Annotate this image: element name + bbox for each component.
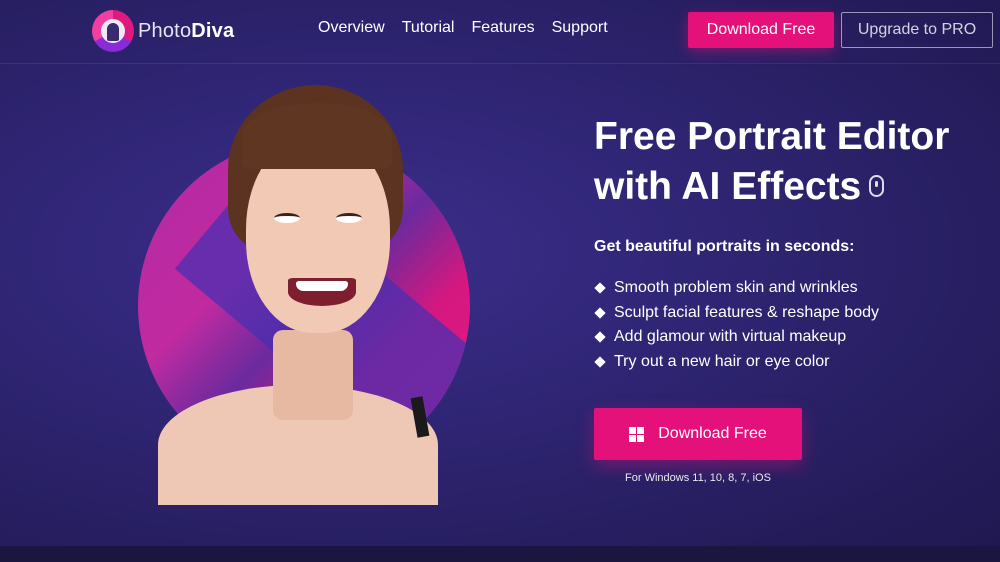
diamond-bullet-icon [594,282,606,294]
photodiva-logo-icon [92,10,134,52]
hero-title-line2: with AI Effects [594,165,862,208]
platform-note: For Windows 11, 10, 8, 7, iOS [625,472,771,484]
list-item: Sculpt facial features & reshape body [594,301,879,326]
site-header: PhotoDiva Overview Tutorial Features Sup… [0,0,1000,64]
header-download-button[interactable]: Download Free [688,12,834,48]
nav-item-support[interactable]: Support [552,19,608,37]
header-download-label: Download Free [706,21,816,38]
page: PhotoDiva Overview Tutorial Features Sup… [0,0,1000,562]
main-nav: Overview Tutorial Features Support [318,19,608,37]
nav-item-tutorial[interactable]: Tutorial [402,19,455,37]
list-item: Try out a new hair or eye color [594,350,879,375]
upgrade-button[interactable]: Upgrade to PRO [841,12,993,48]
feature-text: Add glamour with virtual makeup [614,328,847,346]
diamond-bullet-icon [594,356,606,368]
portrait-hair-top [242,103,392,169]
hero-subtitle: Get beautiful portraits in seconds: [594,238,855,255]
section-divider [0,546,1000,562]
logo[interactable]: PhotoDiva [92,9,234,53]
nav-item-overview[interactable]: Overview [318,19,385,37]
feature-list: Smooth problem skin and wrinkles Sculpt … [594,276,879,374]
portrait-neck [273,330,353,420]
portrait-smile [288,278,356,306]
hero-download-label: Download Free [658,425,767,442]
diamond-bullet-icon [594,307,606,319]
hero-download-button[interactable]: Download Free [594,408,802,460]
portrait-eye-left [274,213,300,223]
logo-text-prefix: Photo [138,19,192,42]
feature-text: Sculpt facial features & reshape body [614,303,880,321]
logo-text-suffix: Diva [191,19,235,42]
list-item: Smooth problem skin and wrinkles [594,276,879,301]
mouse-scroll-icon [869,175,885,197]
portrait-eye-right [336,213,362,223]
diamond-bullet-icon [594,331,606,343]
hero-portrait-image [158,85,442,505]
logo-text: PhotoDiva [138,20,234,43]
nav-item-features[interactable]: Features [471,19,534,37]
hero-title: Free Portrait Editor with AI Effects [594,112,994,212]
list-item: Add glamour with virtual makeup [594,325,879,350]
windows-icon [629,426,645,442]
hero-title-line1: Free Portrait Editor [594,115,950,158]
feature-text: Try out a new hair or eye color [614,352,830,370]
upgrade-label: Upgrade to PRO [857,21,977,38]
feature-text: Smooth problem skin and wrinkles [614,279,858,297]
